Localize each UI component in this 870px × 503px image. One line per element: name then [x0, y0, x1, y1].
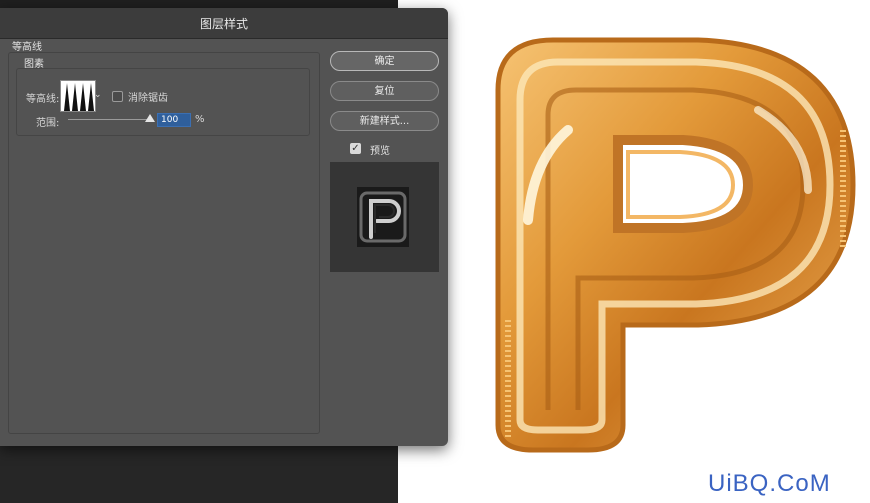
- range-label: 范围:: [36, 118, 60, 129]
- preview-area: [330, 162, 439, 272]
- preview-thumbnail: [357, 187, 409, 247]
- ok-button[interactable]: 确定: [330, 51, 439, 71]
- range-input[interactable]: [157, 113, 191, 127]
- watermark: UiBQ.CoM: [708, 470, 831, 497]
- range-unit: %: [195, 114, 205, 125]
- preview-checkbox[interactable]: ✓: [350, 143, 361, 154]
- dialog-titlebar[interactable]: 图层样式: [0, 8, 448, 39]
- preview-label: 预览: [370, 146, 390, 157]
- gold-balloon-letter-p: [495, 37, 856, 453]
- range-slider-thumb[interactable]: [145, 114, 155, 122]
- range-slider-track[interactable]: [68, 119, 150, 120]
- chevron-down-icon[interactable]: ⌄: [94, 90, 102, 100]
- contour-label: 等高线:: [26, 94, 60, 105]
- reset-button[interactable]: 复位: [330, 81, 439, 101]
- new-style-button[interactable]: 新建样式...: [330, 111, 439, 131]
- group-label: 图素: [24, 59, 44, 70]
- dark-taskbar-area: [0, 440, 398, 503]
- dialog-title: 图层样式: [199, 17, 248, 31]
- section-label: 等高线: [12, 42, 42, 53]
- anti-alias-label: 消除锯齿: [128, 93, 168, 104]
- anti-alias-checkbox[interactable]: [112, 91, 123, 102]
- contour-picker[interactable]: [60, 80, 96, 112]
- contour-curve-icon: [61, 81, 95, 111]
